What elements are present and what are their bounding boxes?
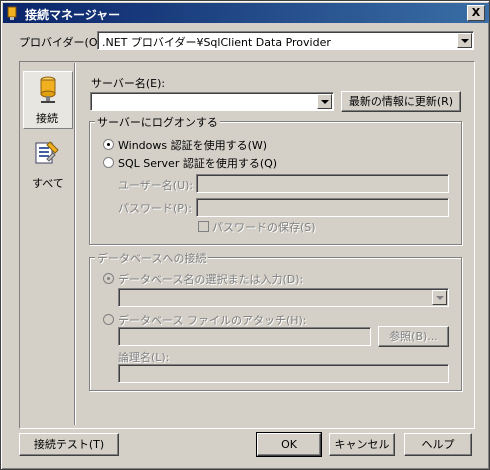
logical-name-label: 論理名(L):: [118, 351, 170, 364]
save-password-checkbox[interactable]: [198, 221, 209, 232]
attach-database-radio[interactable]: [103, 314, 114, 325]
browse-button[interactable]: 参照(B)...: [378, 326, 449, 347]
database-name-combo[interactable]: [118, 288, 449, 307]
provider-label: プロバイダー(O):: [19, 36, 106, 49]
database-group-title: データベースへの接続: [95, 250, 209, 266]
provider-combo[interactable]: .NET プロバイダー¥SqlClient Data Provider: [97, 31, 474, 50]
password-input[interactable]: [196, 198, 449, 217]
title-bar: 接続マネージャー X: [3, 3, 489, 23]
attach-database-label[interactable]: データベース ファイルのアタッチ(H):: [118, 312, 307, 328]
server-name-label: サーバー名(E):: [91, 77, 166, 90]
provider-value: .NET プロバイダー¥SqlClient Data Provider: [102, 36, 331, 49]
help-button[interactable]: ヘルプ: [404, 433, 472, 456]
database-icon: [7, 6, 17, 20]
ok-button[interactable]: OK: [256, 432, 322, 457]
sidebar-item-all[interactable]: すべて: [23, 135, 71, 191]
username-label: ユーザー名(U):: [118, 179, 194, 192]
sql-auth-label[interactable]: SQL Server 認証を使用する(Q): [118, 155, 277, 171]
chevron-down-icon[interactable]: [317, 94, 332, 109]
close-button[interactable]: X: [467, 5, 485, 21]
refresh-button[interactable]: 最新の情報に更新(R): [341, 91, 461, 112]
connection-manager-dialog: 接続マネージャー X プロバイダー(O): .NET プロバイダー¥SqlCli…: [0, 0, 490, 470]
logical-name-input[interactable]: [118, 364, 449, 383]
select-database-radio[interactable]: [103, 273, 114, 284]
chevron-down-icon[interactable]: [457, 33, 472, 48]
logon-group-title: サーバーにログオンする: [95, 114, 220, 130]
cancel-button[interactable]: キャンセル: [329, 433, 395, 456]
select-database-label[interactable]: データベース名の選択または入力(D):: [118, 271, 303, 287]
window-title: 接続マネージャー: [25, 8, 121, 22]
username-input[interactable]: [196, 174, 449, 193]
windows-auth-radio[interactable]: [103, 139, 114, 150]
database-icon: [40, 76, 56, 103]
properties-icon: [35, 141, 59, 164]
windows-auth-label[interactable]: Windows 認証を使用する(W): [118, 137, 267, 153]
sidebar-divider: [74, 63, 75, 425]
sql-auth-radio[interactable]: [103, 157, 114, 168]
password-label: パスワード(P):: [118, 202, 192, 215]
chevron-down-icon[interactable]: [432, 290, 447, 305]
sidebar-item-label: 接続: [36, 112, 58, 125]
server-name-combo[interactable]: [90, 92, 334, 111]
save-password-label[interactable]: パスワードの保存(S): [212, 219, 316, 235]
database-file-input[interactable]: [118, 327, 371, 346]
sidebar-item-connection[interactable]: 接続: [23, 71, 73, 129]
sidebar-item-label: すべて: [32, 177, 64, 190]
test-connection-button[interactable]: 接続テスト(T): [19, 433, 119, 456]
